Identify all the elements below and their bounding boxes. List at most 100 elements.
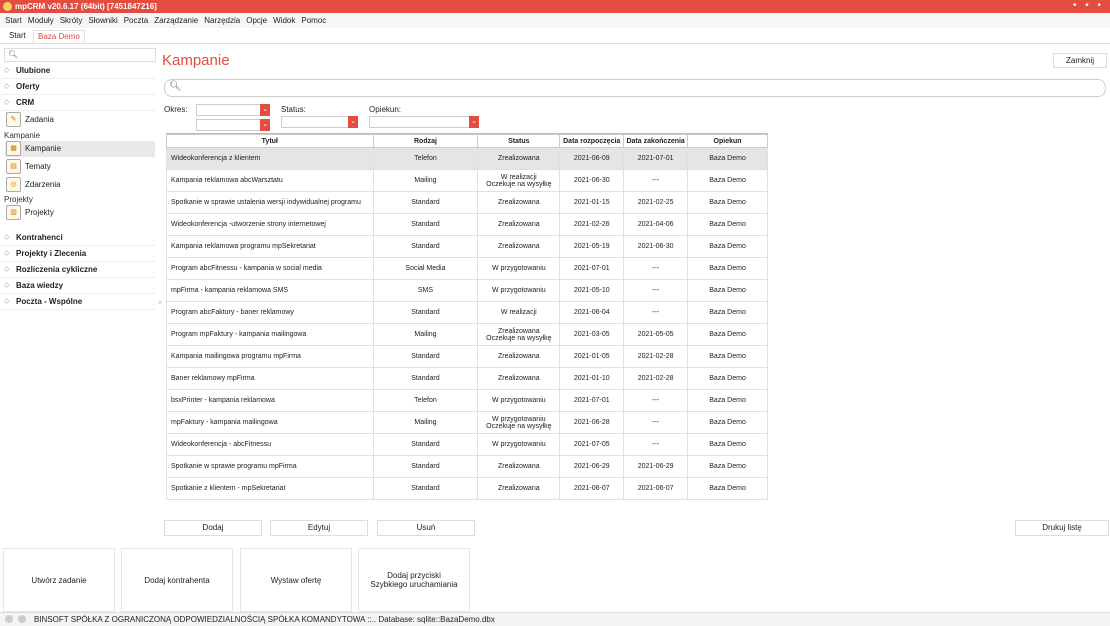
sidebar-group-kampanie: Kampanie: [4, 131, 41, 140]
menu-slowniki[interactable]: Słowniki: [85, 13, 120, 29]
cell-status: W realizacji: [477, 301, 561, 324]
edytuj-button[interactable]: Edytuj: [270, 520, 368, 536]
cell-data-zakonczenia: 2021-06-30: [623, 235, 689, 258]
quick-create-task-button[interactable]: Utwórz zadanie: [3, 548, 115, 612]
sidebar-section-oferty[interactable]: ◇ Oferty: [0, 80, 156, 95]
cell-data-rozpoczecia: 2021-06-30: [559, 169, 625, 192]
table-row[interactable]: Kampania mailingowa programu mpFirma Stan…: [166, 345, 768, 368]
cell-rodzaj: Standard: [372, 455, 479, 478]
table-row[interactable]: mpFirma - kampania reklamowa SMS SMS W prz…: [166, 279, 768, 302]
sidebar-section-kontrahenci[interactable]: ◇ Kontrahenci: [0, 231, 156, 246]
usun-button[interactable]: Usuń: [377, 520, 475, 536]
okres-from-select[interactable]: ⌄: [196, 104, 270, 116]
cell-tytul: Program mpFaktury - kampania mailingowa: [166, 323, 374, 346]
cell-data-zakonczenia: ---: [623, 301, 689, 324]
table-row[interactable]: mpFaktury - kampania mailingowa Mailing W …: [166, 411, 768, 434]
cell-opiekun: Baza Demo: [687, 235, 768, 258]
sidebar-item-projekty[interactable]: ▥ Projekty: [5, 205, 155, 221]
table-row[interactable]: Kampania reklamowa programu mpSekretaria…: [166, 235, 768, 258]
tab-baza-demo[interactable]: Baza Demo: [33, 30, 85, 43]
column-header-status[interactable]: Status: [477, 134, 561, 148]
cell-status: W przygotowaniu: [477, 279, 561, 302]
table-row[interactable]: Wideokonferencja z klientem Telefon Zreali…: [166, 147, 768, 170]
status-select[interactable]: ⌄: [281, 116, 358, 128]
tab-start[interactable]: Start: [5, 30, 30, 42]
sidebar-section-ulubione[interactable]: ◇ Ulubione: [0, 64, 156, 79]
sidebar-section-crm[interactable]: ◇ CRM: [0, 96, 156, 111]
column-header-data-rozpoczecia[interactable]: Data rozpoczęcia: [559, 134, 625, 148]
cell-opiekun: Baza Demo: [687, 367, 768, 390]
search-icon: 🔍︎: [8, 50, 19, 59]
cell-rodzaj: Standard: [372, 191, 479, 214]
status-bar: BINSOFT SPÓŁKA Z OGRANICZONĄ ODPOWIEDZIA…: [0, 612, 1110, 626]
tab-bar: Start Baza Demo: [0, 28, 1110, 44]
table-row[interactable]: Wideokonferencja -utworzenie strony inte…: [166, 213, 768, 236]
table-row[interactable]: Spotkanie w sprawie ustalenia wersji ind…: [166, 191, 768, 214]
column-header-data-zakonczenia[interactable]: Data zakończenia: [623, 134, 689, 148]
cell-tytul: Wideokonferencja - abcFitnessu: [166, 433, 374, 456]
table-row[interactable]: Program abcFaktury - baner reklamowy Stan…: [166, 301, 768, 324]
sidebar-section-rozliczenia[interactable]: ◇ Rozliczenia cykliczne: [0, 263, 156, 278]
dodaj-button[interactable]: Dodaj: [164, 520, 262, 536]
menu-opcje[interactable]: Opcje: [243, 13, 270, 29]
chevron-icon: ◇: [4, 83, 10, 90]
column-header-tytul[interactable]: Tytuł: [166, 134, 374, 148]
menu-poczta[interactable]: Poczta: [121, 13, 151, 29]
cell-data-rozpoczecia: 2021-06-07: [559, 477, 625, 500]
cell-data-rozpoczecia: 2021-06-28: [559, 411, 625, 434]
drukuj-liste-button[interactable]: Drukuj listę: [1015, 520, 1109, 536]
chevron-down-icon: ⌄: [469, 116, 479, 128]
menu-widok[interactable]: Widok: [270, 13, 298, 29]
menu-narzedzia[interactable]: Narzędzia: [201, 13, 243, 29]
cell-data-rozpoczecia: 2021-06-04: [559, 301, 625, 324]
cell-rodzaj: Standard: [372, 213, 479, 236]
menu-moduly[interactable]: Moduły: [25, 13, 57, 29]
cell-opiekun: Baza Demo: [687, 345, 768, 368]
cell-rodzaj: Standard: [372, 345, 479, 368]
menu-skroty[interactable]: Skróty: [57, 13, 86, 29]
table-row[interactable]: Spotkanie z klientem - mpSekretariat Stan…: [166, 477, 768, 500]
cell-data-rozpoczecia: 2021-05-19: [559, 235, 625, 258]
opiekun-select[interactable]: ⌄: [369, 116, 479, 128]
cell-rodzaj: Mailing: [372, 411, 479, 434]
table-row[interactable]: Program abcFitnessu - kampania w social …: [166, 257, 768, 280]
cell-rodzaj: Standard: [372, 235, 479, 258]
cell-rodzaj: Standard: [372, 477, 479, 500]
cell-tytul: Program abcFitnessu - kampania w social …: [166, 257, 374, 280]
sidebar: 🔍︎ ◇ Ulubione ◇ Oferty ◇ CRM ✎ Zadania Kampa…: [0, 44, 156, 544]
table-row[interactable]: Kampania reklamowa abcWarsztatu Mailing W …: [166, 169, 768, 192]
table-row[interactable]: Wideokonferencja - abcFitnessu Standard W …: [166, 433, 768, 456]
table-row[interactable]: Baner reklamowy mpFirma Standard Zrealizow…: [166, 367, 768, 390]
table-row[interactable]: Spotkanie w sprawie programu mpFirma Stan…: [166, 455, 768, 478]
okres-to-select[interactable]: ⌄: [196, 119, 270, 131]
window-controls[interactable]: • • •: [1073, 0, 1104, 12]
chevron-icon: ◇: [4, 298, 10, 305]
sidebar-search-input[interactable]: 🔍︎: [4, 48, 156, 62]
chevron-icon: ◇: [4, 99, 10, 106]
sidebar-item-zadania[interactable]: ✎ Zadania: [5, 112, 155, 128]
sidebar-item-kampanie[interactable]: ▦ Kampanie: [5, 141, 155, 157]
menu-pomoc[interactable]: Pomoc: [298, 13, 329, 29]
cell-data-zakonczenia: ---: [623, 169, 689, 192]
table-row[interactable]: bsxPrinter - kampania reklamowa Telefon W …: [166, 389, 768, 412]
close-button[interactable]: Zamknij: [1053, 53, 1107, 68]
chevron-icon: ◇: [4, 67, 10, 74]
quick-add-contractor-button[interactable]: Dodaj kontrahenta: [121, 548, 233, 612]
quick-create-offer-button[interactable]: Wystaw ofertę: [240, 548, 352, 612]
quick-add-shortcuts-button[interactable]: Dodaj przyciski Szybkiego uruchamiania: [358, 548, 470, 612]
menu-start[interactable]: Start: [0, 13, 25, 29]
sidebar-section-projekty-zlecenia[interactable]: ◇ Projekty i Zlecenia: [0, 247, 156, 262]
sidebar-section-baza-wiedzy[interactable]: ◇ Baza wiedzy: [0, 279, 156, 294]
menu-zarzadzanie[interactable]: Zarządzanie: [151, 13, 201, 29]
cell-data-rozpoczecia: 2021-05-10: [559, 279, 625, 302]
column-header-opiekun[interactable]: Opiekun: [687, 134, 768, 148]
cell-data-zakonczenia: 2021-06-29: [623, 455, 689, 478]
cell-opiekun: Baza Demo: [687, 213, 768, 236]
column-header-rodzaj[interactable]: Rodzaj: [372, 134, 479, 148]
table-row[interactable]: Program mpFaktury - kampania mailingowa M…: [166, 323, 768, 346]
sidebar-item-zdarzenia[interactable]: ◎ Zdarzenia: [5, 177, 155, 193]
sidebar-section-poczta-wspolne[interactable]: ◇ Poczta - Wspólne: [0, 295, 156, 310]
search-input[interactable]: 🔍︎: [164, 79, 1106, 97]
sidebar-item-tematy[interactable]: ▤ Tematy: [5, 159, 155, 175]
cell-data-rozpoczecia: 2021-02-26: [559, 213, 625, 236]
